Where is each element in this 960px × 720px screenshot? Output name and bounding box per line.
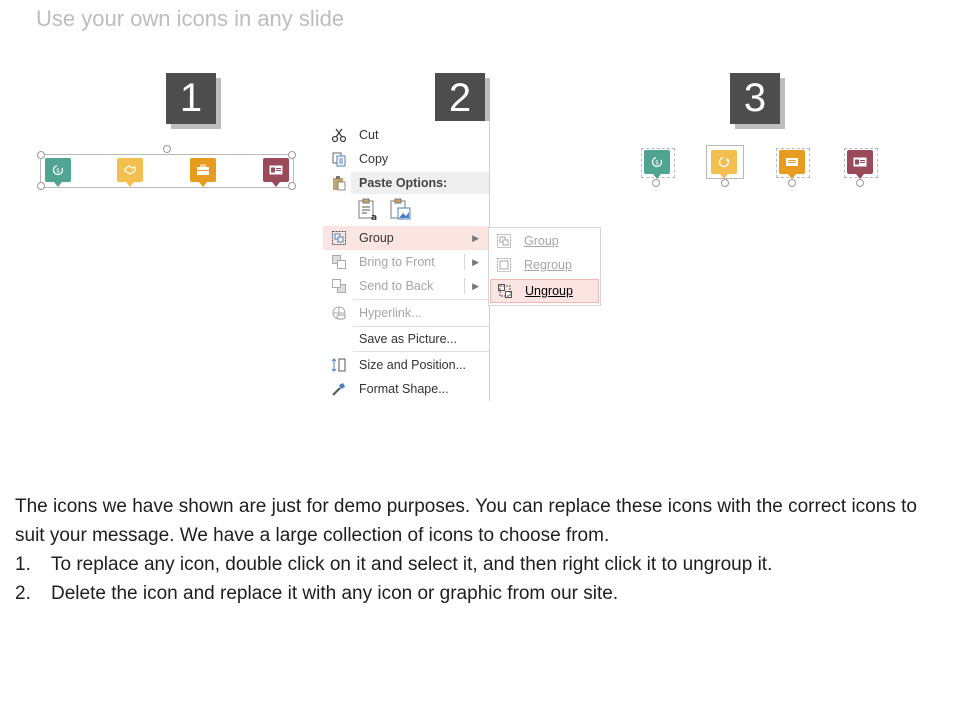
- hyperlink-icon: [330, 304, 348, 322]
- list-number: 2.: [15, 583, 31, 604]
- paste-picture-icon[interactable]: [389, 198, 413, 222]
- copy-icon: [330, 150, 348, 168]
- paste-options-label: Paste Options:: [351, 172, 489, 194]
- menu-item-label: Copy: [359, 152, 389, 166]
- list-text: Delete the icon and replace it with any …: [51, 583, 619, 604]
- regroup-icon: [495, 256, 513, 274]
- menu-item-size-position[interactable]: Size and Position...: [323, 353, 489, 377]
- card-icon[interactable]: [779, 150, 805, 179]
- submenu-arrow-icon: ▶: [472, 280, 479, 291]
- menu-item-format-shape[interactable]: Format Shape...: [323, 377, 489, 401]
- slide-title: Use your own icons in any slide: [36, 6, 345, 31]
- svg-text:$: $: [655, 160, 659, 167]
- menu-item-label: Save as Picture...: [359, 332, 457, 346]
- list-item: 2. Delete the icon and replace it with a…: [15, 579, 945, 608]
- handshake-icon[interactable]: [117, 158, 143, 187]
- menu-item-label: Send to Back: [359, 279, 434, 293]
- resize-handle[interactable]: [288, 151, 296, 159]
- step-1-badge: 1: [166, 73, 216, 124]
- menu-item-copy[interactable]: Copy: [323, 147, 489, 171]
- svg-text:$: $: [56, 168, 60, 175]
- submenu-item-regroup[interactable]: Regroup: [490, 253, 599, 277]
- list-item: 1. To replace any icon, double click on …: [15, 550, 945, 579]
- resize-handle[interactable]: [288, 182, 296, 190]
- paste-keep-text-icon[interactable]: a: [357, 198, 379, 223]
- refresh-dollar-icon[interactable]: $: [45, 158, 71, 187]
- bring-to-front-icon: [330, 253, 348, 271]
- list-number: 1.: [15, 554, 31, 575]
- intro-text: The icons we have shown are just for dem…: [15, 496, 917, 546]
- size-position-icon: [330, 356, 348, 374]
- submenu-item-label: Regroup: [524, 258, 572, 272]
- group-submenu: Group Regroup Ungroup: [488, 227, 601, 306]
- menu-item-label: Hyperlink...: [359, 306, 422, 320]
- menu-item-bring-to-front[interactable]: Bring to Front ▶: [323, 250, 489, 274]
- menu-item-hyperlink[interactable]: Hyperlink...: [323, 301, 489, 325]
- context-menu: Cut Copy Paste Options: a Group ▶ Bring …: [323, 121, 490, 401]
- rotate-handle[interactable]: [163, 145, 171, 153]
- id-card-icon[interactable]: [847, 150, 873, 179]
- group-selection-box: [40, 154, 294, 188]
- list-text: To replace any icon, double click on it …: [51, 554, 773, 575]
- refresh-icon[interactable]: [711, 150, 737, 179]
- menu-item-label: Format Shape...: [359, 382, 449, 396]
- submenu-item-label: Ungroup: [525, 284, 573, 298]
- svg-text:a: a: [371, 213, 377, 222]
- step-2-badge: 2: [435, 73, 485, 124]
- refresh-dollar-icon[interactable]: $: [644, 150, 670, 179]
- briefcase-icon[interactable]: [190, 158, 216, 187]
- format-shape-icon: [330, 380, 348, 398]
- step-3-badge: 3: [730, 73, 780, 124]
- submenu-item-group[interactable]: Group: [490, 229, 599, 253]
- resize-handle[interactable]: [856, 179, 864, 187]
- menu-item-send-to-back[interactable]: Send to Back ▶: [323, 274, 489, 298]
- group-icon: [495, 232, 513, 250]
- menu-item-label: Group: [359, 231, 394, 245]
- submenu-arrow-icon: ▶: [472, 232, 479, 243]
- menu-item-label: Bring to Front: [359, 255, 435, 269]
- menu-item-label: Cut: [359, 128, 379, 142]
- resize-handle[interactable]: [652, 179, 660, 187]
- resize-handle[interactable]: [788, 179, 796, 187]
- resize-handle[interactable]: [37, 151, 45, 159]
- ungroup-icon: [496, 282, 514, 300]
- submenu-arrow-icon: ▶: [472, 256, 479, 267]
- send-to-back-icon: [330, 277, 348, 295]
- scissors-icon: [330, 126, 348, 144]
- id-card-icon[interactable]: [263, 158, 289, 187]
- instructions: The icons we have shown are just for dem…: [15, 492, 945, 608]
- menu-item-group[interactable]: Group ▶: [323, 226, 489, 250]
- submenu-item-label: Group: [524, 234, 559, 248]
- resize-handle[interactable]: [721, 179, 729, 187]
- group-icon: [330, 229, 348, 247]
- menu-item-save-as-picture[interactable]: Save as Picture...: [323, 327, 489, 351]
- resize-handle[interactable]: [37, 182, 45, 190]
- submenu-item-ungroup[interactable]: Ungroup: [490, 279, 599, 303]
- paste-icon: [330, 174, 348, 192]
- menu-item-cut[interactable]: Cut: [323, 123, 489, 147]
- menu-item-label: Size and Position...: [359, 358, 467, 372]
